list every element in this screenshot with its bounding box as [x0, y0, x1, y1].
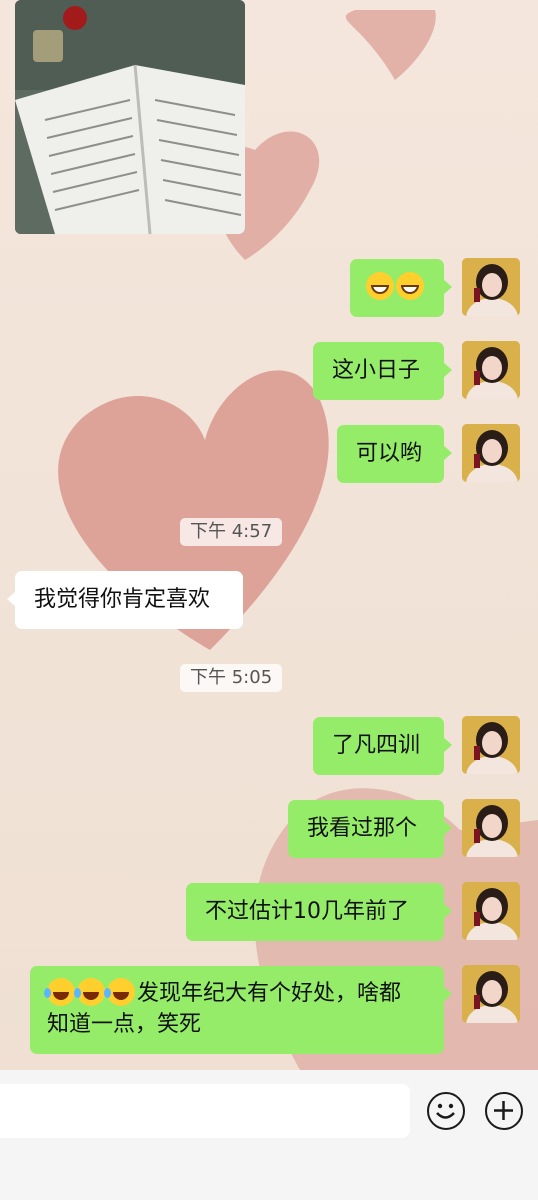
plus-icon[interactable] [485, 1092, 523, 1130]
message-line-1: 发现年纪大有个好处，啥都 [44, 978, 427, 1009]
grin-emoji-icon [366, 272, 394, 300]
message-bubble-emoji[interactable] [350, 259, 452, 317]
message-text: 了凡四训 [332, 733, 421, 758]
avatar[interactable] [462, 716, 520, 774]
timestamp: 下午 4:57 [180, 518, 283, 546]
message-text: 可以哟 [356, 441, 423, 466]
shared-book-photo[interactable] [15, 0, 245, 234]
message-bubble[interactable]: 可以哟 [337, 425, 452, 483]
timestamp: 下午 5:05 [180, 664, 283, 692]
avatar[interactable] [462, 341, 520, 399]
avatar[interactable] [462, 258, 520, 316]
message-text-line1: 发现年纪大有个好处，啥都 [137, 981, 402, 1006]
message-text: 我看过那个 [307, 816, 418, 841]
input-bar [0, 1070, 538, 1200]
message-text-line2: 知道一点，笑死 [47, 1012, 202, 1037]
grin-emoji-icon [396, 272, 424, 300]
message-text: 不过估计10几年前了 [205, 899, 409, 924]
avatar[interactable] [462, 965, 520, 1023]
message-text: 我觉得你肯定喜欢 [34, 587, 211, 612]
message-bubble[interactable]: 这小日子 [313, 342, 452, 400]
laughing-tears-emoji-icon [74, 978, 105, 1006]
message-bubble-multiline[interactable]: 发现年纪大有个好处，啥都 知道一点，笑死 [30, 966, 452, 1054]
avatar[interactable] [462, 424, 520, 482]
message-bubble-incoming[interactable]: 我觉得你肯定喜欢 [7, 571, 243, 629]
message-bubble[interactable]: 不过估计10几年前了 [186, 883, 452, 941]
message-bubble[interactable]: 我看过那个 [288, 800, 452, 858]
avatar[interactable] [462, 799, 520, 857]
message-input[interactable] [0, 1084, 410, 1138]
message-bubble[interactable]: 了凡四训 [313, 717, 452, 775]
laughing-tears-emoji-icon [104, 978, 135, 1006]
laughing-tears-emoji-icon [44, 978, 75, 1006]
book-photo-image [15, 0, 245, 234]
message-text: 这小日子 [332, 358, 421, 383]
avatar[interactable] [462, 882, 520, 940]
smiley-icon[interactable] [427, 1092, 465, 1130]
